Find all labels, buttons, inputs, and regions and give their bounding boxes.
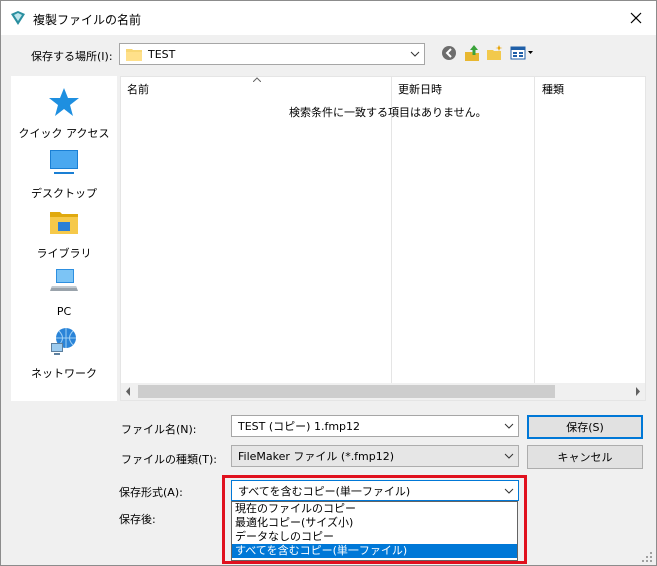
- chevron-down-icon[interactable]: [500, 416, 518, 436]
- filemaker-app-icon: [11, 11, 25, 25]
- place-quick-access[interactable]: クイック アクセス: [11, 86, 117, 141]
- star-icon: [49, 88, 79, 116]
- close-button[interactable]: [621, 5, 651, 31]
- new-folder-button[interactable]: [485, 43, 505, 63]
- place-desktop[interactable]: デスクトップ: [11, 146, 117, 201]
- place-label: クイック アクセス: [18, 127, 110, 140]
- save-format-label: 保存形式(A):: [119, 486, 183, 499]
- place-network[interactable]: ネットワーク: [11, 326, 117, 381]
- scroll-left-icon[interactable]: [125, 387, 131, 396]
- window-title: 複製ファイルの名前: [33, 13, 142, 27]
- new-folder-icon: [487, 45, 503, 60]
- location-label: 保存する場所(I):: [31, 50, 113, 63]
- horizontal-scrollbar[interactable]: [121, 383, 645, 400]
- location-combo[interactable]: TEST: [119, 43, 425, 65]
- chevron-down-icon: [500, 446, 518, 466]
- scroll-right-icon[interactable]: [635, 387, 641, 396]
- save-button-label: 保存(S): [566, 421, 604, 434]
- location-value: TEST: [148, 47, 176, 61]
- desktop-icon: [50, 150, 78, 174]
- filetype-label: ファイルの種類(T):: [121, 453, 218, 466]
- scrollbar-thumb[interactable]: [138, 385, 555, 398]
- place-pc[interactable]: PC: [11, 266, 117, 318]
- up-folder-icon: [465, 45, 479, 61]
- library-icon: [50, 212, 78, 234]
- after-save-label: 保存後:: [119, 513, 156, 526]
- file-list[interactable]: 名前 更新日時 種類 検索条件に一致する項目はありません。: [120, 76, 646, 401]
- cancel-button[interactable]: キャンセル: [527, 445, 643, 469]
- cancel-button-label: キャンセル: [557, 451, 613, 464]
- place-library[interactable]: ライブラリ: [11, 206, 117, 261]
- save-button[interactable]: 保存(S): [527, 415, 643, 439]
- column-header-name[interactable]: 名前: [127, 81, 149, 97]
- filename-label: ファイル名(N):: [121, 423, 197, 436]
- back-arrow-icon: [442, 46, 456, 60]
- highlight-box: [222, 475, 527, 564]
- filetype-value: FileMaker ファイル (*.fmp12): [238, 450, 395, 463]
- view-grid-icon: [510, 46, 533, 60]
- filename-value: TEST (コピー) 1.fmp12: [238, 420, 361, 433]
- place-label: PC: [56, 305, 72, 318]
- network-icon: [51, 328, 76, 355]
- back-button[interactable]: [439, 43, 459, 63]
- save-dialog: 複製ファイルの名前 保存する場所(I): TEST クイック アクセス デスクト…: [0, 0, 657, 566]
- column-divider: [391, 77, 392, 385]
- folder-icon: [126, 49, 142, 61]
- filetype-select[interactable]: FileMaker ファイル (*.fmp12): [231, 445, 519, 467]
- empty-message: 検索条件に一致する項目はありません。: [289, 106, 487, 119]
- place-label: ライブラリ: [36, 247, 92, 260]
- place-label: ネットワーク: [31, 367, 97, 380]
- resize-grip-icon[interactable]: [641, 551, 653, 563]
- place-label: デスクトップ: [31, 187, 97, 200]
- up-folder-button[interactable]: [462, 43, 482, 63]
- sort-ascending-icon: [253, 77, 261, 82]
- view-menu-button[interactable]: [509, 43, 535, 63]
- column-divider: [534, 77, 535, 385]
- pc-icon: [50, 269, 78, 291]
- close-icon: [630, 12, 642, 24]
- column-header-type[interactable]: 種類: [542, 81, 564, 97]
- title-bar: 複製ファイルの名前: [1, 1, 656, 35]
- filename-input[interactable]: TEST (コピー) 1.fmp12: [231, 415, 519, 437]
- column-header-modified[interactable]: 更新日時: [398, 81, 442, 97]
- places-bar: クイック アクセス デスクトップ ライブラリ PC ネットワーク: [11, 76, 117, 401]
- chevron-down-icon: [406, 44, 424, 64]
